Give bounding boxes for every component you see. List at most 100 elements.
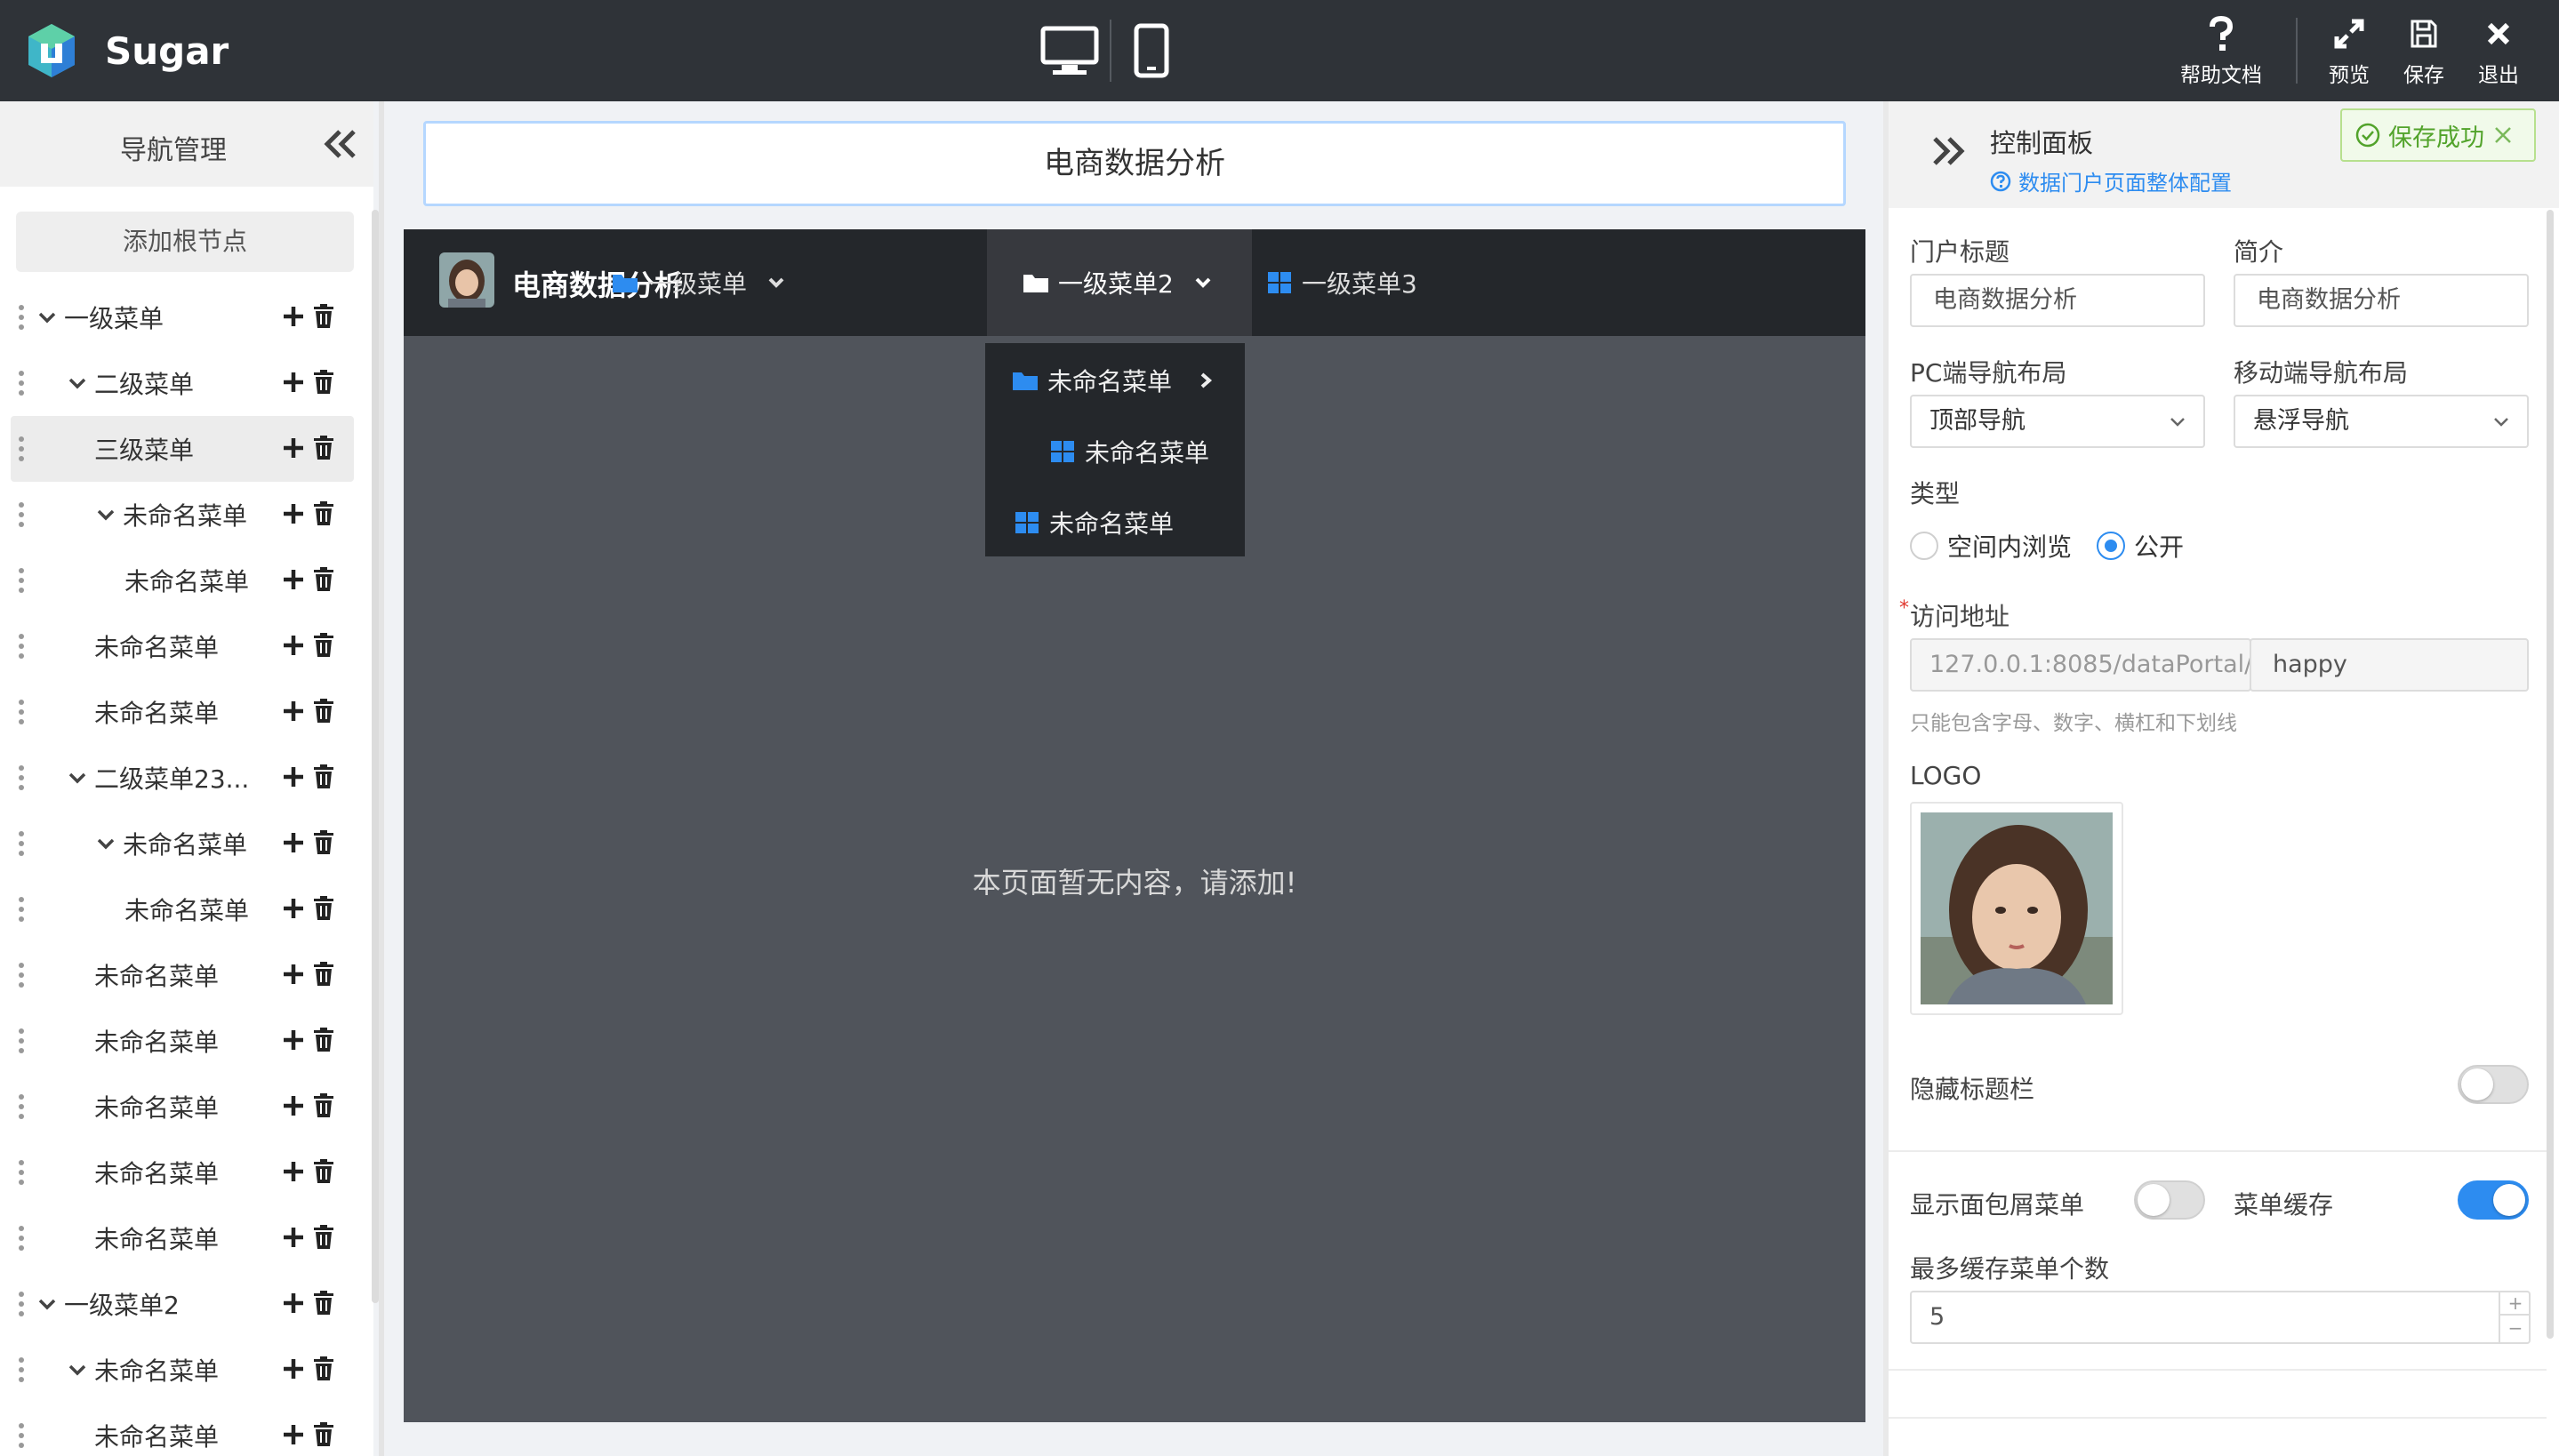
trash-icon[interactable] [313,1225,334,1250]
stepper-down[interactable]: − [2500,1316,2531,1340]
add-child-icon[interactable] [281,896,306,921]
preview-menu-1[interactable]: 一级菜单 [612,229,786,336]
nav-tree-row[interactable]: 未命名菜单 [0,1008,365,1074]
nav-tree-item[interactable]: 未命名菜单 [124,892,249,927]
trash-icon[interactable] [313,501,334,526]
nav-tree-row[interactable]: 二级菜单23... [0,745,365,811]
drag-handle-icon[interactable] [18,567,25,594]
url-input[interactable]: happy [2250,638,2529,692]
nav-tree-row[interactable]: 未命名菜单 [0,1074,365,1140]
nav-tree-item[interactable]: 一级菜单2 [36,1286,180,1322]
chevron-down-icon[interactable] [36,1292,59,1316]
add-child-icon[interactable] [281,962,306,987]
nav-tree-item[interactable]: 未命名菜单 [94,1089,219,1124]
drag-handle-icon[interactable] [18,1093,25,1120]
nav-tree-item[interactable]: 未命名菜单 [94,1418,219,1453]
add-child-icon[interactable] [281,1028,306,1052]
nav-tree-item[interactable]: 未命名菜单 [124,563,249,598]
trash-icon[interactable] [313,764,334,789]
add-child-icon[interactable] [281,304,306,329]
help-docs-button[interactable]: 帮助文档 [2168,0,2274,101]
preview-button[interactable]: 预览 [2312,0,2387,101]
max-cache-input[interactable]: 5 [1910,1291,2531,1344]
submenu-item-3[interactable]: 未命名菜单 [1014,505,1174,540]
drag-handle-icon[interactable] [18,436,25,462]
nav-tree-row[interactable]: 一级菜单2 [0,1271,365,1337]
drag-handle-icon[interactable] [18,1159,25,1186]
nav-panel-scrollbar[interactable] [372,210,379,1303]
trash-icon[interactable] [313,1159,334,1184]
trash-icon[interactable] [313,896,334,921]
chevron-down-icon[interactable] [66,1358,89,1381]
nav-tree-item[interactable]: 未命名菜单 [94,1220,219,1256]
breadcrumb-toggle[interactable] [2134,1180,2205,1220]
nav-tree-item[interactable]: 一级菜单 [36,300,164,335]
drag-handle-icon[interactable] [18,830,25,857]
desktop-view-button[interactable] [1037,20,1103,82]
hide-title-toggle[interactable] [2458,1065,2529,1104]
chevron-down-icon[interactable] [94,503,117,526]
nav-tree-item[interactable]: 未命名菜单 [94,826,247,861]
drag-handle-icon[interactable] [18,764,25,791]
add-child-icon[interactable] [281,830,306,855]
chevron-down-icon[interactable] [66,372,89,395]
chevron-down-icon[interactable] [66,766,89,789]
trash-icon[interactable] [313,1291,334,1316]
nav-tree-item[interactable]: 未命名菜单 [94,1155,219,1190]
trash-icon[interactable] [313,1093,334,1118]
mobile-layout-select[interactable]: 悬浮导航 [2234,395,2529,448]
preview-menu-3[interactable]: 一级菜单3 [1266,229,1417,336]
add-child-icon[interactable] [281,1422,306,1447]
stepper-up[interactable]: + [2500,1291,2531,1316]
save-button[interactable]: 保存 [2387,0,2461,101]
nav-tree-row[interactable]: 未命名菜单 [0,1205,365,1271]
nav-tree-row[interactable]: 未命名菜单 [0,1403,365,1456]
nav-tree-item[interactable]: 未命名菜单 [94,957,219,993]
add-child-icon[interactable] [281,1225,306,1250]
type-radio-space[interactable]: 空间内浏览 [1910,528,2072,564]
intro-input[interactable]: 电商数据分析 [2234,274,2529,327]
trash-icon[interactable] [313,567,334,592]
control-panel-subtitle[interactable]: 数据门户页面整体配置 [1990,165,2232,196]
max-cache-stepper[interactable]: + − [2499,1291,2531,1342]
add-child-icon[interactable] [281,633,306,658]
trash-icon[interactable] [313,699,334,724]
nav-tree-item[interactable]: 三级菜单 [94,431,194,467]
drag-handle-icon[interactable] [18,1291,25,1317]
nav-tree-row[interactable]: 未命名菜单 [0,1337,365,1403]
add-child-icon[interactable] [281,501,306,526]
nav-tree-row[interactable]: 未命名菜单 [0,942,365,1008]
toast-close-icon[interactable] [2493,125,2513,145]
drag-handle-icon[interactable] [18,370,25,396]
nav-tree-row[interactable]: 未命名菜单 [0,876,365,942]
trash-icon[interactable] [313,304,334,329]
add-child-icon[interactable] [281,436,306,460]
drag-handle-icon[interactable] [18,1028,25,1054]
add-child-icon[interactable] [281,764,306,789]
logo-upload[interactable] [1910,802,2123,1015]
add-child-icon[interactable] [281,1093,306,1118]
nav-tree-row[interactable]: 未命名菜单 [0,548,365,613]
control-panel-scrollbar[interactable] [2547,210,2554,1339]
add-child-icon[interactable] [281,567,306,592]
preview-menu-2[interactable]: 一级菜单2 [987,229,1252,336]
trash-icon[interactable] [313,633,334,658]
nav-tree-row[interactable]: 未命名菜单 [0,1140,365,1205]
exit-button[interactable]: 退出 [2461,0,2536,101]
drag-handle-icon[interactable] [18,633,25,660]
add-root-node-button[interactable]: 添加根节点 [16,212,354,272]
trash-icon[interactable] [313,370,334,395]
drag-handle-icon[interactable] [18,962,25,988]
nav-tree-item[interactable]: 二级菜单23... [66,760,249,796]
nav-tree-item[interactable]: 未命名菜单 [94,694,219,730]
trash-icon[interactable] [313,436,334,460]
nav-tree-item[interactable]: 未命名菜单 [66,1352,219,1388]
nav-tree-item[interactable]: 未命名菜单 [94,1023,219,1059]
page-title-input[interactable]: 电商数据分析 [423,121,1846,206]
expand-right-icon[interactable] [1929,133,1969,169]
drag-handle-icon[interactable] [18,1225,25,1252]
nav-tree-row[interactable]: 未命名菜单 [0,811,365,876]
submenu-item-2[interactable]: 未命名菜单 [1049,434,1209,469]
add-child-icon[interactable] [281,699,306,724]
chevron-down-icon[interactable] [94,832,117,855]
